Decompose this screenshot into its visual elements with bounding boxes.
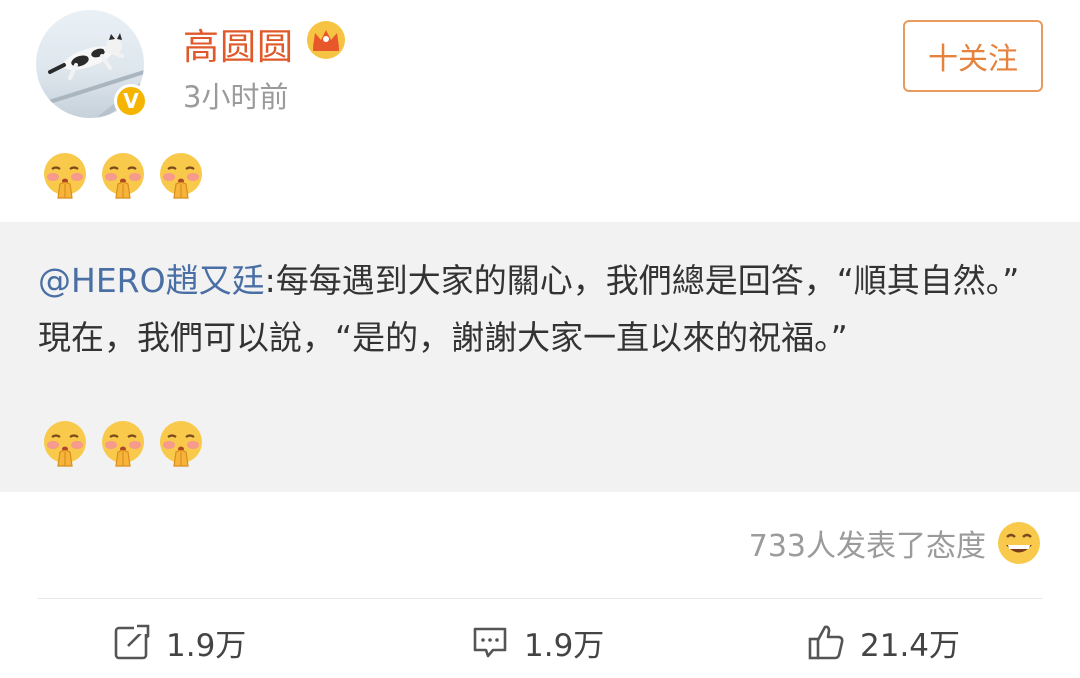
blush-hands-emoji-icon	[102, 153, 144, 199]
username[interactable]: 高圆圆	[183, 18, 294, 70]
blush-hands-emoji-icon	[102, 421, 144, 467]
crown-icon	[307, 21, 345, 59]
repost-button[interactable]: 1.9万	[112, 612, 246, 672]
reactions-summary[interactable]: 733人发表了态度	[749, 520, 1042, 566]
repost-text-part1: :每每遇到大家的關心，我們總是回答，“順其自然。”	[264, 261, 1020, 300]
blush-hands-emoji-icon	[44, 421, 86, 467]
mention-link[interactable]: @HERO趙又廷	[38, 261, 265, 300]
blush-hands-emoji-icon	[160, 421, 202, 467]
avatar[interactable]: V	[36, 10, 148, 122]
emoji-row-bottom	[40, 418, 206, 468]
emoji-row-top	[40, 150, 206, 200]
comment-icon	[473, 627, 507, 658]
reactions-count-text: 733人发表了态度	[748, 529, 986, 564]
like-button[interactable]: 21.4万	[806, 612, 960, 672]
post-timestamp: 3小时前	[183, 80, 289, 114]
repost-text: @HERO趙又廷:每每遇到大家的關心，我們總是回答，“順其自然。” 現在，我們可…	[38, 252, 1048, 366]
blush-hands-emoji-icon	[44, 153, 86, 199]
share-icon	[114, 622, 152, 660]
repost-text-part2: 現在，我們可以說，“是的，謝謝大家一直以來的祝福。”	[38, 318, 848, 357]
comment-button[interactable]: 1.9万	[470, 612, 604, 672]
grin-emoji-icon	[998, 522, 1040, 564]
repost-count: 1.9万	[166, 627, 247, 664]
blush-hands-emoji-icon	[160, 153, 202, 199]
follow-button[interactable]: 十关注	[903, 20, 1043, 92]
like-count: 21.4万	[860, 627, 961, 664]
thumbs-up-icon	[808, 625, 844, 660]
verified-badge-icon: V	[114, 84, 148, 118]
comment-count: 1.9万	[524, 627, 605, 664]
divider	[38, 598, 1042, 599]
